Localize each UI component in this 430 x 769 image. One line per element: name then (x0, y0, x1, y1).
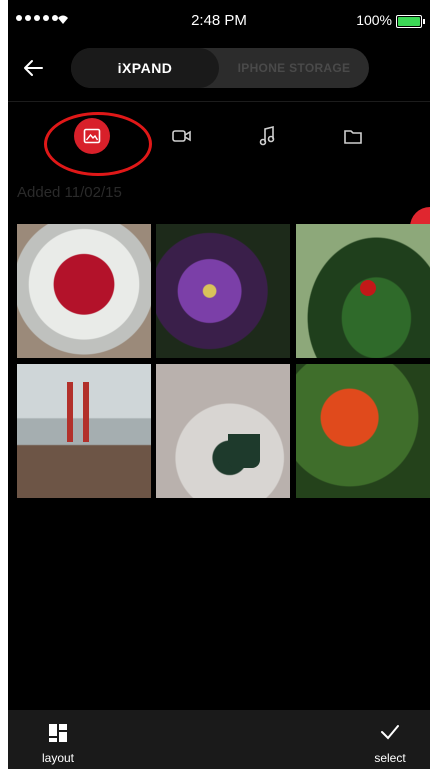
battery-icon (396, 15, 425, 28)
tab-files[interactable] (331, 114, 375, 158)
select-button[interactable]: select (360, 718, 420, 765)
segment-ixpand[interactable]: iXPAND (71, 48, 219, 88)
music-icon (259, 125, 275, 146)
bridge-tower (83, 382, 89, 442)
layout-button[interactable]: layout (28, 718, 88, 765)
photo-tile-golden-gate-bridge[interactable] (17, 364, 151, 498)
annotation-ring (44, 112, 152, 176)
mug (228, 434, 260, 468)
back-arrow-icon[interactable] (18, 53, 48, 83)
tab-music[interactable] (246, 114, 290, 158)
folder-icon (344, 130, 362, 144)
video-icon (172, 130, 191, 142)
layout-label: layout (41, 751, 75, 765)
bridge-tower (67, 382, 73, 442)
layout-grid-icon (49, 724, 67, 742)
divider (8, 101, 430, 102)
photo-tile-raspberries[interactable] (17, 224, 151, 358)
photo-tile-tulips[interactable] (296, 364, 430, 498)
photo-tile-purple-flowers[interactable] (156, 224, 290, 358)
ladybug (360, 280, 376, 296)
battery-percent: 100% (356, 12, 392, 28)
bottom-toolbar: layout select (8, 710, 430, 769)
tab-videos[interactable] (160, 114, 204, 158)
storage-segmented-control: iXPAND IPHONE STORAGE (71, 48, 369, 88)
photo-tile-ladybug-leaf[interactable] (296, 224, 430, 358)
segment-iphone-storage[interactable]: IPHONE STORAGE (219, 48, 369, 88)
photo-tile-coffee-mug[interactable] (156, 364, 290, 498)
select-label: select (374, 751, 406, 765)
phone-screen: 2:48 PM 100% iXPAND IPHONE STORAGE Added… (8, 0, 430, 769)
checkmark-icon (381, 725, 399, 740)
section-date-label: Added 11/02/15 (17, 184, 122, 201)
status-bar: 2:48 PM 100% (8, 0, 430, 44)
